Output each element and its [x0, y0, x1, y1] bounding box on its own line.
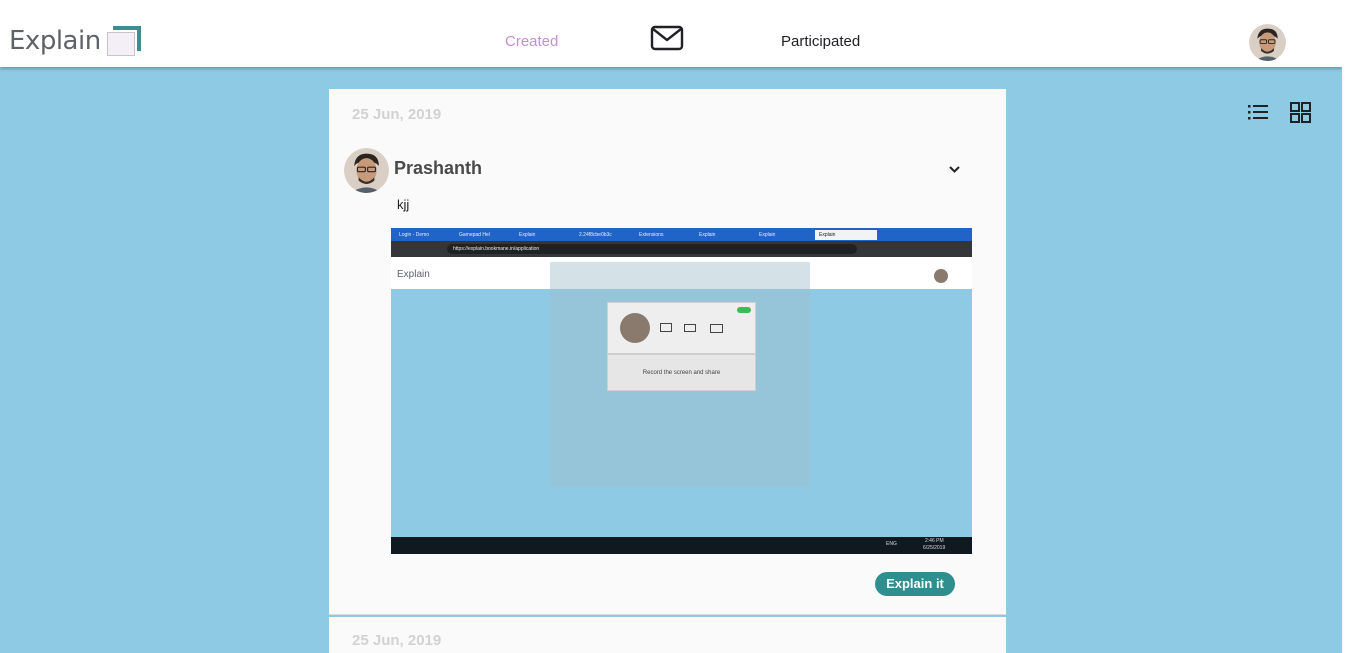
post-author[interactable]: Prashanth — [394, 158, 482, 179]
screenshot-clock-time: 2:46 PM — [925, 538, 944, 544]
post-date: 25 Jun, 2019 — [352, 106, 442, 123]
list-view-icon[interactable] — [1247, 102, 1269, 122]
screenshot-tab: 2.24f8cbe0b3c — [579, 232, 612, 238]
screenshot-logo: Explain — [397, 269, 430, 280]
post-screenshot[interactable]: Login - Demo Gamepad Hel Explain 2.24f8c… — [391, 228, 972, 554]
logo-text: Explain — [9, 26, 101, 56]
explain-it-button[interactable]: Explain it — [875, 572, 955, 596]
logo-mark-icon — [106, 26, 141, 56]
post-card: 25 Jun, 2019 — [329, 617, 1006, 653]
top-navigation-bar: Explain Created Participated — [0, 0, 1342, 67]
screenshot-tab: Extensions — [639, 232, 664, 238]
screenshot-address-bar: https://explain.bookmane.in/application — [391, 241, 972, 257]
screenshot-tab: Explain — [759, 232, 776, 238]
nav-tab-participated[interactable]: Participated — [781, 33, 860, 50]
screenshot-recorder-popup — [607, 302, 756, 354]
screenshot-clock-date: 6/25/2019 — [923, 545, 946, 551]
screenshot-url: https://explain.bookmane.in/application — [447, 244, 857, 254]
screenshot-lang: ENG — [886, 541, 897, 547]
grid-view-icon[interactable] — [1290, 102, 1311, 123]
post-card: 25 Jun, 2019 Prashanth kjj Login - Demo … — [329, 89, 1006, 615]
screenshot-avatar — [934, 269, 948, 283]
author-avatar[interactable] — [344, 148, 389, 193]
mail-icon[interactable] — [650, 25, 684, 51]
screenshot-tab: Explain — [699, 232, 716, 238]
screenshot-browser-tabs: Login - Demo Gamepad Hel Explain 2.24f8c… — [391, 228, 972, 241]
post-date: 25 Jun, 2019 — [352, 632, 442, 649]
chevron-down-icon[interactable] — [948, 165, 961, 174]
nav-tab-created[interactable]: Created — [505, 33, 558, 50]
post-text: kjj — [397, 197, 410, 212]
screenshot-toggle — [737, 307, 751, 313]
screenshot-screen-icon — [660, 323, 672, 332]
user-avatar[interactable] — [1249, 24, 1286, 61]
screenshot-popup-avatar — [620, 313, 650, 343]
screenshot-mail-icon — [710, 324, 723, 333]
app-logo[interactable]: Explain — [9, 26, 141, 56]
screenshot-popup-message: Record the screen and share — [607, 354, 756, 391]
screenshot-tab: Gamepad Hel — [459, 232, 490, 238]
screenshot-video-icon — [684, 324, 696, 332]
screenshot-taskbar: ENG 2:46 PM 6/25/2019 — [391, 537, 972, 554]
screenshot-tab: Explain — [519, 232, 536, 238]
screenshot-tab: Explain — [815, 230, 877, 240]
screenshot-tab: Login - Demo — [399, 232, 430, 238]
